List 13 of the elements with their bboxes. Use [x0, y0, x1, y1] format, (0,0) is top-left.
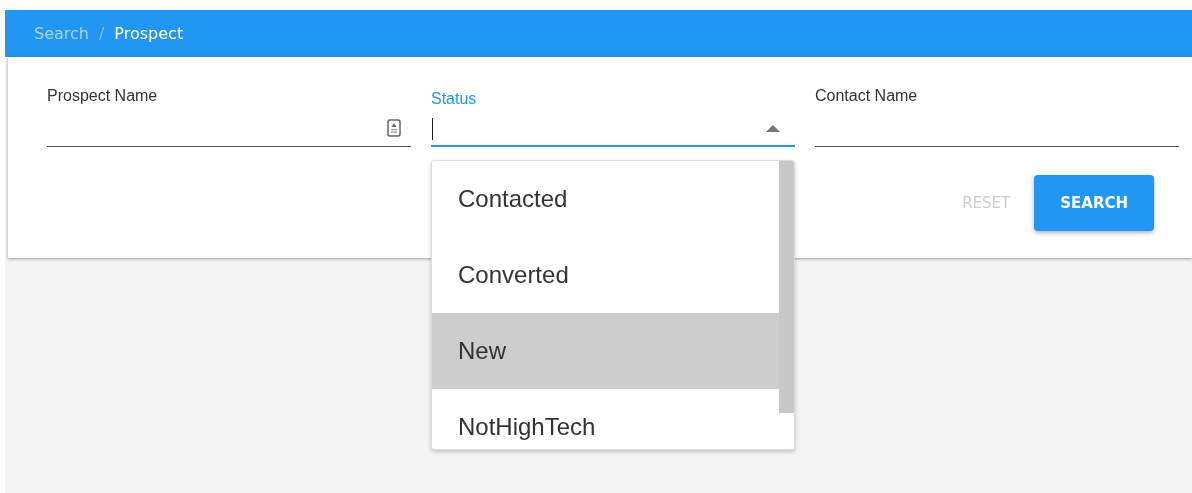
field-label: Status — [431, 90, 477, 109]
field-label: Contact Name — [815, 87, 918, 106]
dropdown-option[interactable]: Contacted — [432, 161, 779, 237]
contact-card-icon[interactable] — [387, 118, 401, 137]
caret-up-icon[interactable] — [766, 125, 780, 132]
dropdown-option[interactable]: Converted — [432, 237, 779, 313]
text-cursor — [432, 117, 433, 140]
breadcrumb-current: Prospect — [114, 24, 184, 43]
field-label: Prospect Name — [47, 87, 158, 106]
breadcrumb-separator: / — [98, 24, 105, 43]
dropdown-option[interactable]: NotHighTech — [432, 389, 779, 449]
dropdown-option[interactable]: New — [432, 313, 779, 389]
scrollbar-thumb[interactable] — [779, 161, 794, 413]
